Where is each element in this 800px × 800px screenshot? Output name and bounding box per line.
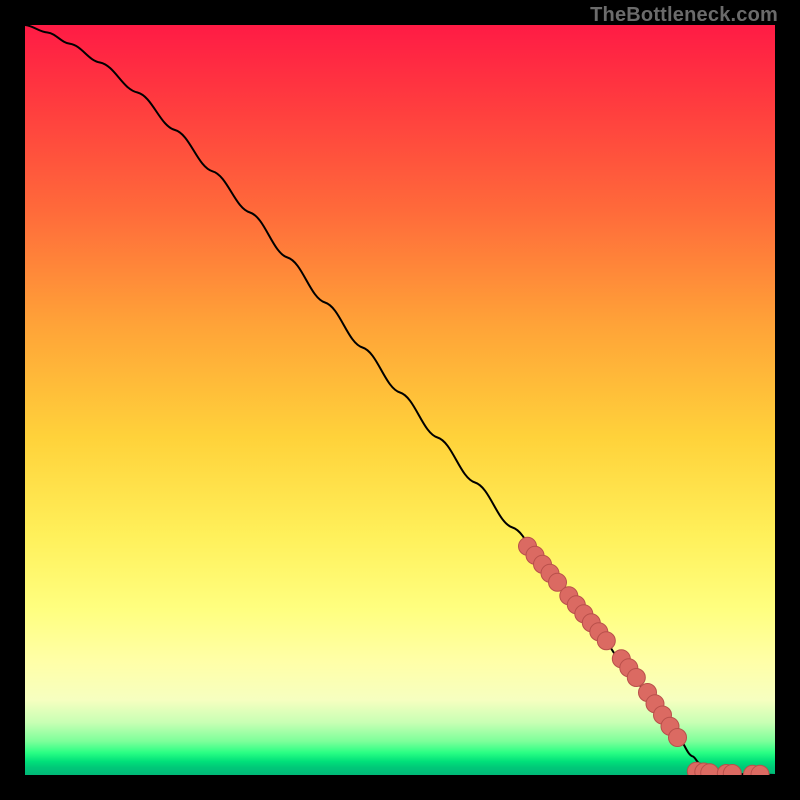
data-marker	[669, 729, 687, 747]
data-marker	[597, 632, 615, 650]
watermark-label: TheBottleneck.com	[590, 4, 778, 27]
chart-frame: TheBottleneck.com	[0, 0, 800, 800]
plot-area	[25, 25, 775, 775]
chart-svg	[25, 25, 775, 775]
bottleneck-curve-path	[25, 25, 775, 775]
data-marker	[627, 669, 645, 687]
data-markers	[519, 537, 770, 775]
